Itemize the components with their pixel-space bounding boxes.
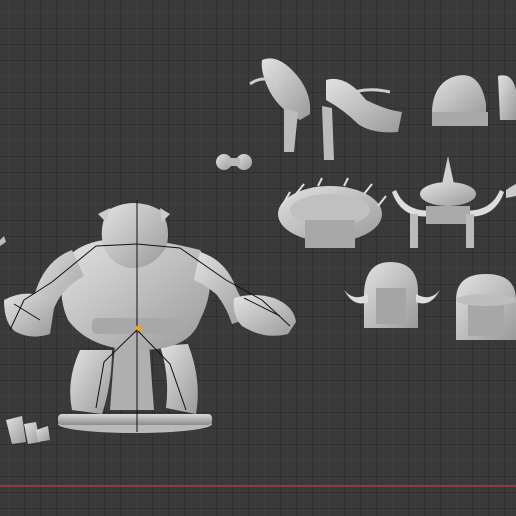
partial-object-left[interactable] xyxy=(0,236,6,246)
fur-crown-helmet-model[interactable] xyxy=(278,177,387,248)
helmet-cap-model[interactable] xyxy=(432,75,488,126)
goggles-model[interactable] xyxy=(216,154,252,170)
round-helmet-model[interactable] xyxy=(456,274,516,340)
orc-body-model[interactable] xyxy=(4,200,296,433)
object-origin xyxy=(136,325,142,331)
scene-canvas[interactable] xyxy=(0,0,516,516)
toes-pieces-model[interactable] xyxy=(6,416,50,444)
spiked-horned-helmet-model[interactable] xyxy=(392,156,504,248)
hair-tail-right-model[interactable] xyxy=(322,78,402,160)
partial-object-right[interactable] xyxy=(506,184,516,198)
helmet-cap-partial-model[interactable] xyxy=(498,75,516,120)
3d-viewport[interactable] xyxy=(0,0,516,516)
hair-tail-left-model[interactable] xyxy=(249,58,311,152)
horned-dome-helmet-model[interactable] xyxy=(344,262,440,328)
